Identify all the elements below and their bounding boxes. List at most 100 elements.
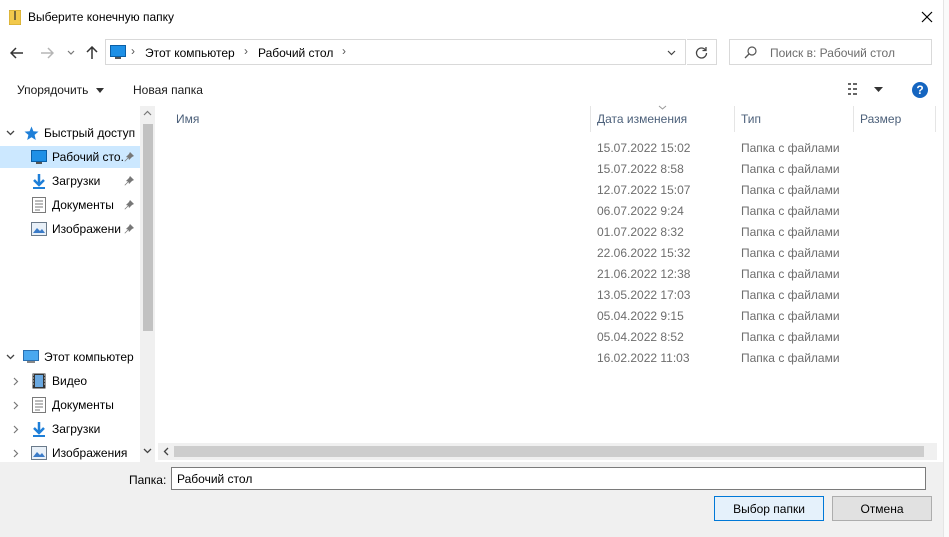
download-icon [33,422,45,437]
chevron-down-icon [67,50,75,55]
chevron-down-icon [6,130,15,136]
desktop-icon [31,150,47,164]
chevron-down-icon [6,354,15,360]
desktop-icon [110,45,126,59]
chevron-right-icon [13,449,19,457]
recent-locations-button[interactable] [60,42,82,64]
download-icon [33,174,45,189]
refresh-icon [695,46,708,59]
column-divider[interactable] [853,106,854,132]
arrow-up-icon [86,46,98,59]
row-type: Папка с файлами [741,225,840,239]
column-divider[interactable] [734,106,735,132]
document-icon [32,197,46,213]
sidebar-item-pc-downloads[interactable]: Загрузки [0,418,140,440]
sidebar-item-label: Изображения [52,446,128,460]
sort-indicator-icon [658,105,667,110]
pin-icon[interactable] [124,200,134,210]
document-icon [32,397,46,413]
chevron-right-icon [13,425,19,433]
video-icon [32,373,46,389]
row-date: 13.05.2022 17:03 [597,288,691,302]
row-type: Папка с файлами [741,141,840,155]
breadcrumb-separator-icon: › [342,44,346,58]
sidebar-item-this-pc[interactable]: Этот компьютер [0,346,140,368]
search-input[interactable]: Поиск в: Рабочий стол [729,39,932,65]
sidebar-item-label: Изображени [52,222,121,236]
pin-icon[interactable] [124,224,134,234]
breadcrumb-desktop[interactable]: Рабочий стол [258,46,333,60]
sidebar-item-videos[interactable]: Видео [0,370,140,392]
row-type: Папка с файлами [741,204,840,218]
address-dropdown-icon[interactable] [667,50,676,56]
address-bar[interactable]: › Этот компьютер › Рабочий стол › [105,39,686,65]
sidebar-item-label: Этот компьютер [44,350,134,364]
row-date: 01.07.2022 8:32 [597,225,684,239]
sidebar-item-pc-pictures[interactable]: Изображения [0,442,140,462]
row-date: 15.07.2022 15:02 [597,141,691,155]
row-date: 12.07.2022 15:07 [597,183,691,197]
help-icon[interactable]: ? [912,82,928,98]
select-folder-button[interactable]: Выбор папки [714,496,824,521]
row-date: 21.06.2022 12:38 [597,267,691,281]
pin-icon[interactable] [124,176,134,186]
forward-button[interactable] [36,42,58,64]
column-header-type[interactable]: Тип [741,112,761,126]
sidebar-item-label: Видео [52,374,88,388]
row-type: Папка с файлами [741,162,840,176]
column-header-date[interactable]: Дата изменения [597,112,687,126]
window-edge [943,0,949,537]
sidebar-item-quick-access[interactable]: Быстрый доступ [0,122,140,144]
organize-button[interactable]: Упорядочить [17,83,104,97]
breadcrumb-separator-icon: › [131,44,135,58]
cancel-button[interactable]: Отмена [832,496,932,521]
back-button[interactable] [6,42,28,64]
column-divider[interactable] [935,106,936,132]
navigation-pane: Быстрый доступ Рабочий сто. Загрузки Док… [0,106,157,462]
sidebar-item-documents[interactable]: Документы [0,194,140,216]
column-header-name[interactable]: Имя [176,112,199,126]
scroll-down-icon[interactable] [143,448,152,454]
row-type: Папка с файлами [741,351,840,365]
row-date: 05.04.2022 9:15 [597,309,684,323]
view-options-button[interactable] [848,82,864,99]
folder-label: Папка: [129,473,167,487]
up-button[interactable] [81,42,103,64]
row-date: 22.06.2022 15:32 [597,246,691,260]
scroll-up-icon[interactable] [143,110,152,116]
sidebar-item-pictures[interactable]: Изображени [0,218,140,240]
star-icon [24,126,39,140]
sidebar-item-pc-documents[interactable]: Документы [0,394,140,416]
close-button[interactable] [914,5,940,29]
row-date: 06.07.2022 9:24 [597,204,684,218]
nav-scroll-thumb[interactable] [143,124,153,331]
computer-icon [23,350,39,363]
column-divider[interactable] [590,106,591,132]
sidebar-item-label: Быстрый доступ [44,126,136,140]
arrow-left-icon [10,47,23,59]
sidebar-item-downloads[interactable]: Загрузки [0,170,140,192]
organize-label: Упорядочить [17,83,89,97]
folder-zip-icon [8,9,22,26]
row-type: Папка с файлами [741,288,840,302]
sidebar-item-desktop[interactable]: Рабочий сто. [0,146,140,168]
chevron-right-icon [13,377,19,385]
row-date: 05.04.2022 8:52 [597,330,684,344]
pin-icon[interactable] [124,152,134,162]
caret-down-icon [95,88,104,94]
sidebar-item-label: Документы [52,198,114,212]
view-dropdown-icon[interactable] [874,87,883,92]
breadcrumb-separator-icon: › [244,44,248,58]
scroll-left-icon[interactable] [163,447,169,456]
search-placeholder: Поиск в: Рабочий стол [770,46,895,60]
row-date: 15.07.2022 8:58 [597,162,684,176]
refresh-button[interactable] [687,39,717,65]
view-list-icon [848,83,857,95]
image-icon [31,222,47,236]
breadcrumb-this-pc[interactable]: Этот компьютер [145,46,235,60]
horizontal-scroll-thumb[interactable] [174,446,924,457]
new-folder-button[interactable]: Новая папка [133,83,203,97]
window-title: Выберите конечную папку [28,10,175,24]
column-header-size[interactable]: Размер [860,112,901,126]
folder-name-input[interactable]: Рабочий стол [171,467,926,490]
